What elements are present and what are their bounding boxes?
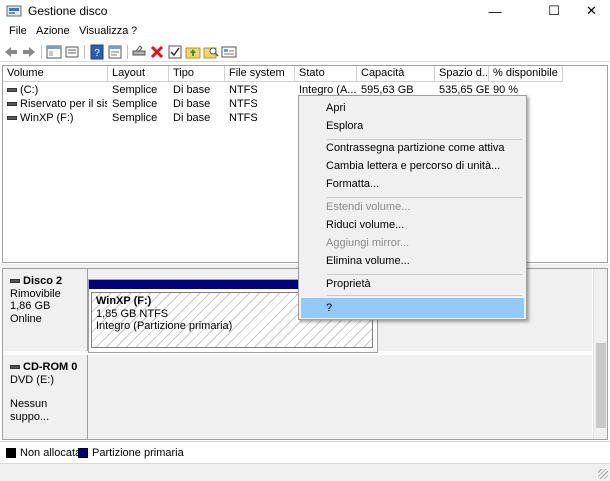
disk2-name: Disco 2 — [23, 275, 63, 287]
help-book-icon[interactable]: ? — [89, 44, 105, 60]
disk-icon — [10, 279, 20, 284]
volume-disk-icon — [7, 102, 17, 107]
maximize-button[interactable]: ☐ — [531, 0, 577, 22]
disk2-state: Online — [10, 312, 42, 325]
console-tree-icon[interactable] — [46, 44, 62, 60]
view-settings-icon[interactable] — [221, 44, 237, 60]
resize-grip[interactable] — [598, 469, 608, 479]
volume-disk-icon — [7, 116, 17, 121]
cdrom-drive: DVD (E:) — [10, 373, 54, 386]
volume-name: Riservato per il sist... — [20, 98, 107, 110]
legend-unallocated: Non allocata — [20, 447, 82, 459]
menu-separator — [327, 295, 522, 296]
minimize-button[interactable]: — — [472, 0, 518, 22]
cdrom-name: CD-ROM 0 — [23, 361, 78, 373]
volume-layout: Semplice — [112, 98, 158, 110]
volume-fs: NTFS — [229, 98, 258, 110]
col-header-pct[interactable]: % disponibile — [489, 66, 563, 82]
menu-item-esplora[interactable]: Esplora — [301, 116, 524, 136]
volume-name: (C:) — [20, 84, 39, 96]
list-view-icon[interactable] — [64, 44, 80, 60]
toolbar: ? — [0, 42, 610, 62]
unallocated-swatch — [6, 448, 16, 458]
close-button[interactable]: ✕ — [573, 0, 610, 22]
primary-swatch — [78, 448, 88, 458]
col-header-filesystem[interactable]: File system — [225, 66, 295, 82]
properties-icon[interactable] — [107, 44, 123, 60]
partition-status: Integro (Partizione primaria) — [96, 320, 233, 332]
connect-drive-icon[interactable] — [131, 44, 147, 60]
col-header-capacita[interactable]: Capacità — [357, 66, 435, 82]
menu-item-help[interactable]: ? — [301, 298, 524, 318]
col-header-stato[interactable]: Stato — [295, 66, 357, 82]
window-title: Gestione disco — [28, 4, 108, 18]
disk2-size: 1,86 GB — [10, 300, 51, 312]
back-arrow-icon[interactable] — [3, 44, 19, 60]
folder-up-icon[interactable] — [185, 44, 201, 60]
menu-file[interactable]: File — [9, 25, 27, 37]
menu-item-add-mirror-disabled: Aggiungi mirror... — [326, 237, 410, 249]
menu-item-delete[interactable]: Elimina volume... — [301, 251, 524, 271]
menu-bar: File Azione Visualizza ? — [0, 22, 610, 42]
disk2-label[interactable]: Disco 2 Rimovibile 1,86 GB Online — [3, 269, 88, 351]
volume-fs: NTFS — [229, 112, 258, 124]
legend-primary: Partizione primaria — [92, 447, 184, 459]
volume-type: Di base — [173, 98, 211, 110]
menu-item-change-letter[interactable]: Cambia lettera e percorso di unità... — [301, 156, 524, 176]
forward-arrow-icon[interactable] — [21, 44, 37, 60]
menu-help[interactable]: ? — [131, 25, 137, 37]
scrollbar-thumb[interactable] — [596, 343, 606, 428]
title-bar: Gestione disco — ☐ ✕ — [0, 0, 610, 22]
col-header-tipo[interactable]: Tipo — [169, 66, 225, 82]
volume-type: Di base — [173, 112, 211, 124]
col-header-spazio[interactable]: Spazio d... — [435, 66, 489, 82]
disk2-kind: Rimovibile — [10, 287, 61, 300]
volume-layout: Semplice — [112, 112, 158, 124]
volume-fs: NTFS — [229, 84, 258, 96]
delete-icon[interactable] — [149, 44, 165, 60]
context-menu: Apri Esplora Contrassegna partizione com… — [298, 95, 527, 320]
vertical-scrollbar[interactable] — [593, 269, 607, 439]
col-header-layout[interactable]: Layout — [108, 66, 169, 82]
menu-item-apri[interactable]: Apri — [301, 98, 524, 118]
volume-disk-icon — [7, 88, 17, 93]
cdrom-area — [88, 355, 592, 439]
cdrom-label[interactable]: CD-ROM 0 DVD (E:) Nessun suppo... — [3, 355, 88, 439]
volume-layout: Semplice — [112, 84, 158, 96]
svg-text:?: ? — [94, 48, 100, 59]
menu-item-extend-disabled: Estendi volume... — [326, 201, 411, 213]
cdrom-media: Nessun suppo... — [10, 398, 50, 423]
menu-visualizza[interactable]: Visualizza — [79, 25, 128, 37]
menu-item-shrink[interactable]: Riduci volume... — [301, 215, 524, 235]
menu-item-mark-active[interactable]: Contrassegna partizione come attiva — [301, 138, 524, 158]
menu-item-format[interactable]: Formatta... — [301, 174, 524, 194]
disk-management-app-icon — [6, 5, 22, 17]
check-icon[interactable] — [167, 44, 183, 60]
cdrom-icon — [10, 365, 20, 370]
search-folder-icon[interactable] — [203, 44, 219, 60]
volume-type: Di base — [173, 84, 211, 96]
status-bar — [0, 463, 610, 481]
legend: Non allocata Partizione primaria — [0, 441, 610, 463]
volume-name: WinXP (F:) — [20, 112, 74, 124]
menu-item-properties[interactable]: Proprietà — [301, 274, 524, 294]
menu-azione[interactable]: Azione — [36, 25, 70, 37]
col-header-volume[interactable]: Volume — [3, 66, 108, 82]
